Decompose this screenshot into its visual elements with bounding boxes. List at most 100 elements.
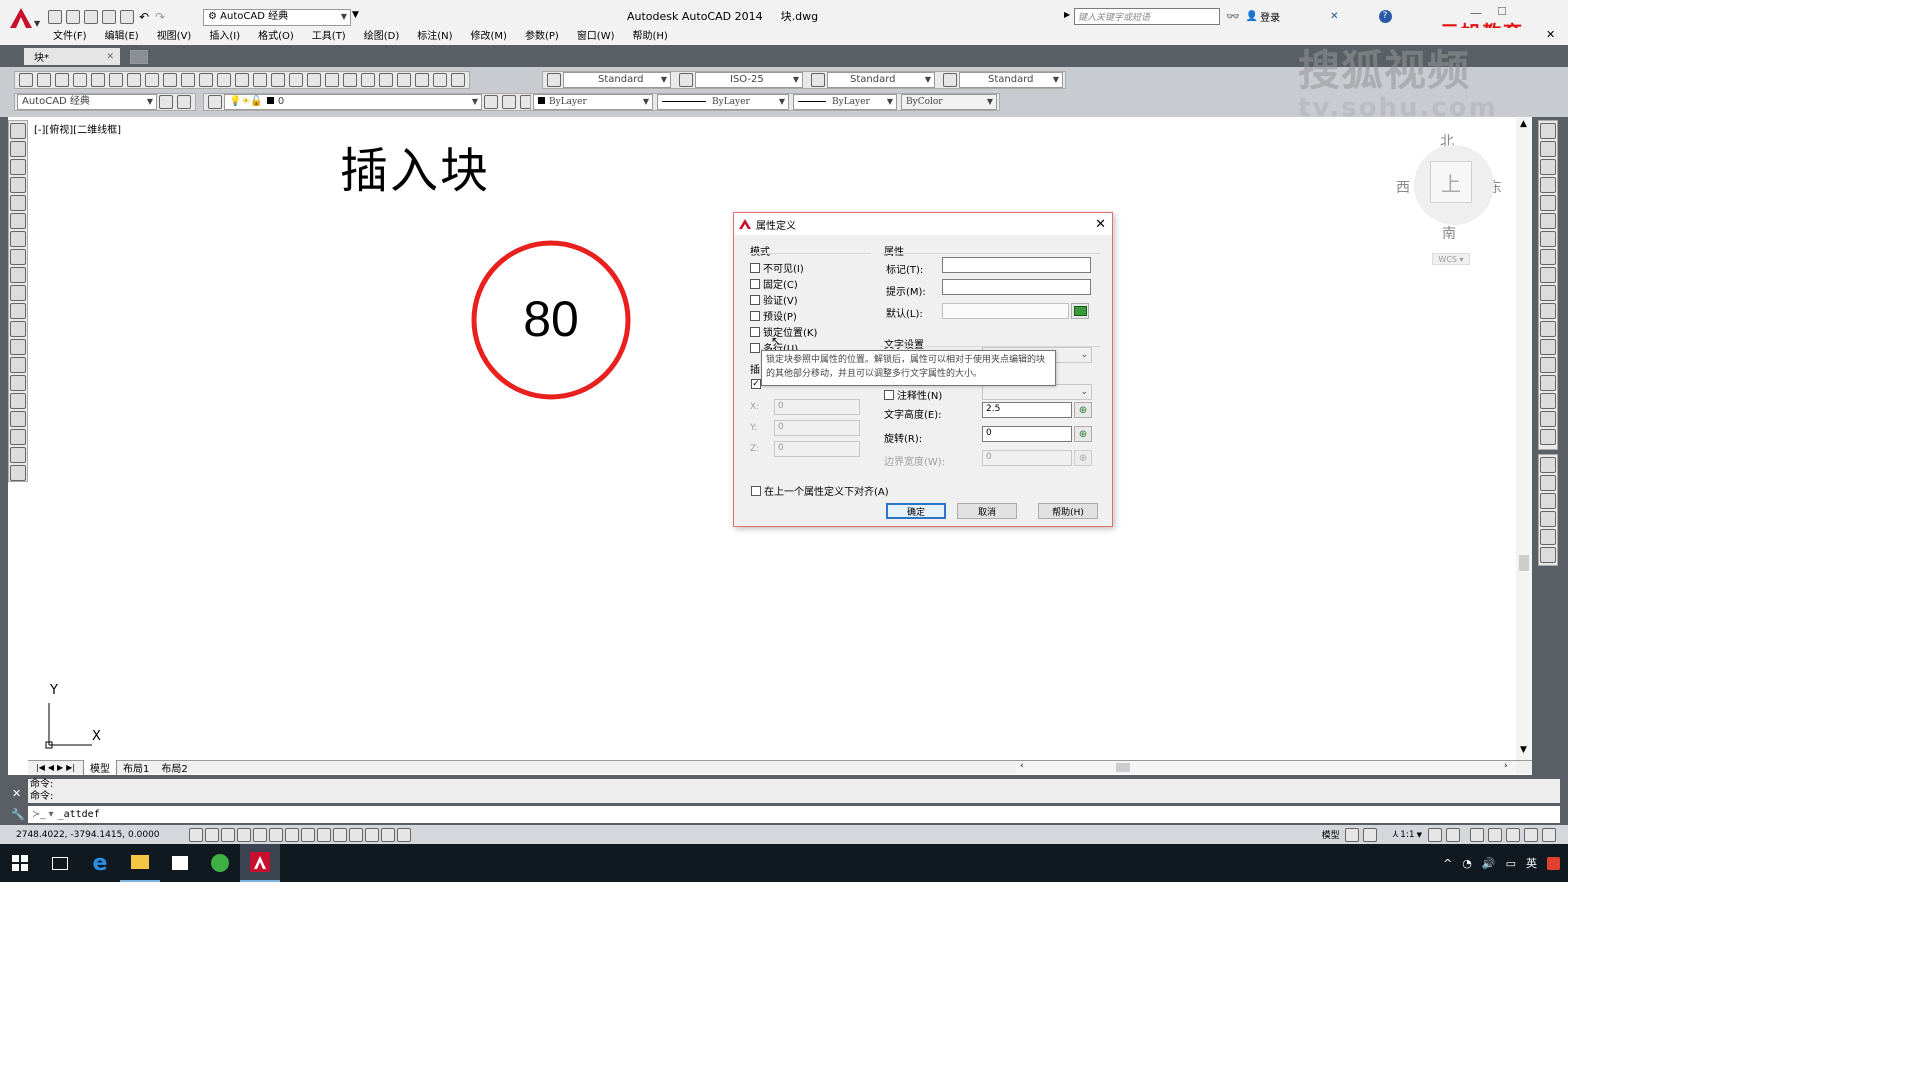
color-combo[interactable]: ByLayer ▼ [533, 94, 653, 110]
3d-print-icon[interactable] [127, 73, 141, 87]
scroll-up-arrow[interactable]: ▲ [1520, 119, 1527, 129]
mtext-icon[interactable] [10, 447, 26, 463]
insert-field-button[interactable] [1071, 303, 1089, 319]
array-icon[interactable] [1540, 195, 1556, 211]
break-icon[interactable] [1540, 339, 1556, 355]
quick-props-icon[interactable] [381, 827, 395, 842]
hatch-back-icon[interactable] [1540, 547, 1556, 563]
search-expand-icon[interactable]: ▶ [1064, 10, 1070, 19]
annotation-visibility-icon[interactable] [1428, 827, 1442, 842]
boundary-width-input[interactable]: 0 [982, 450, 1072, 466]
lineweight-combo[interactable]: ByLayer ▼ [793, 94, 897, 110]
search-input[interactable]: 键入关键字或短语 [1074, 8, 1220, 25]
tag-input[interactable] [942, 257, 1091, 273]
markup-icon[interactable] [415, 73, 429, 87]
annotative-box[interactable] [884, 389, 894, 400]
tab-layout1[interactable]: 布局1 [117, 760, 155, 775]
binoculars-icon[interactable]: 👓 [1226, 10, 1240, 23]
hatch-icon[interactable] [10, 375, 26, 391]
undo-icon[interactable] [235, 73, 249, 87]
zoom-realtime-icon[interactable] [289, 73, 303, 87]
menu-item[interactable]: 视图(V) [148, 30, 201, 44]
scale-icon[interactable] [1540, 249, 1556, 265]
login-link[interactable]: 登录 [1260, 9, 1280, 24]
gradient-icon[interactable] [10, 393, 26, 409]
coord-input[interactable]: 0 [774, 441, 860, 457]
cancel-button[interactable]: 取消 [957, 503, 1017, 519]
workspace-switch-icon[interactable] [1470, 827, 1484, 842]
match-prop-icon[interactable] [199, 73, 213, 87]
menu-item[interactable]: 绘图(D) [355, 30, 409, 44]
vertical-scrollbar[interactable]: ▲ ▼ [1516, 117, 1532, 760]
insert-block-icon[interactable] [10, 321, 26, 337]
paste-icon[interactable] [181, 73, 195, 87]
menu-item[interactable]: 参数(P) [516, 30, 568, 44]
scroll-down-arrow[interactable]: ▼ [1520, 745, 1527, 755]
mode-box[interactable] [750, 326, 760, 337]
text-style-select[interactable]: ⌄ [982, 384, 1092, 400]
send-under-icon[interactable] [1540, 511, 1556, 527]
snap-icon[interactable] [205, 827, 219, 842]
start-button[interactable] [0, 845, 40, 881]
erase-icon[interactable] [1540, 123, 1556, 139]
dim-style-icon[interactable] [679, 73, 693, 87]
explorer-button[interactable] [120, 844, 160, 882]
command-close-icon[interactable]: ✕ [12, 787, 21, 800]
menu-item[interactable]: 修改(M) [462, 30, 516, 44]
tab-next-icon[interactable]: ▶ [57, 763, 63, 772]
ok-button[interactable]: 确定 [886, 503, 946, 519]
layer-combo[interactable]: 💡☀🔓 0 ▼ [224, 94, 482, 110]
doc-tab[interactable]: 块* ✕ [24, 48, 120, 65]
offset-icon[interactable] [1540, 177, 1556, 193]
viewcube[interactable]: 北 西 东 南 上 WCS ▾ [1388, 125, 1508, 275]
annotation-scale-icon[interactable]: ⅄ [1393, 830, 1399, 840]
ellipse-arc-icon[interactable] [10, 303, 26, 319]
volume-icon[interactable]: 🔊 [1482, 857, 1496, 870]
user-icon[interactable]: 👤 [1246, 11, 1258, 22]
menu-item[interactable]: 编辑(E) [96, 30, 148, 44]
dim-style-combo[interactable]: ISO-25 ▼ [695, 72, 803, 88]
block-editor-icon[interactable] [217, 73, 231, 87]
send-back-icon[interactable] [1540, 475, 1556, 491]
transparency-icon[interactable] [365, 827, 379, 842]
preview-icon[interactable] [91, 73, 105, 87]
auto-scale-icon[interactable] [1446, 827, 1460, 842]
ortho-icon[interactable] [237, 827, 251, 842]
bring-front-icon[interactable] [1540, 457, 1556, 473]
scroll-right-arrow[interactable]: › [1504, 761, 1508, 771]
line-icon[interactable] [10, 123, 26, 139]
text-style-icon[interactable] [547, 73, 561, 87]
menu-item[interactable]: 格式(O) [249, 30, 303, 44]
text-height-input[interactable]: 2.5 [982, 402, 1072, 418]
revision-cloud-icon[interactable] [10, 249, 26, 265]
align-below-box[interactable] [751, 485, 761, 496]
wcs-menu[interactable]: WCS ▾ [1432, 253, 1470, 265]
stretch-icon[interactable] [1540, 267, 1556, 283]
move-icon[interactable] [1540, 213, 1556, 229]
redo-icon[interactable]: ↷ [155, 10, 165, 24]
horizontal-scrollbar[interactable]: ‹ › [1016, 761, 1516, 774]
open-icon[interactable] [37, 73, 51, 87]
zoom-previous-icon[interactable] [325, 73, 339, 87]
save-icon[interactable] [84, 10, 98, 24]
chamfer-icon[interactable] [1540, 375, 1556, 391]
network-icon[interactable]: ◔ [1462, 857, 1472, 870]
tray-expand-icon[interactable]: ^ [1443, 857, 1452, 870]
text-style-combo[interactable]: Standard ▼ [563, 72, 671, 88]
prompt-input[interactable] [942, 279, 1091, 295]
scroll-thumb-h[interactable] [1116, 763, 1130, 772]
table-style-icon[interactable] [811, 73, 825, 87]
rotation-input[interactable]: 0 [982, 426, 1072, 442]
qat-dropdown-icon[interactable]: ▼ [352, 10, 359, 20]
blend-curves-icon[interactable] [1540, 411, 1556, 427]
plotstyle-combo[interactable]: ByColor ▼ [901, 94, 997, 110]
dialog-titlebar[interactable]: 属性定义 ✕ [734, 213, 1112, 235]
osnap-icon[interactable] [269, 827, 283, 842]
circle-icon[interactable] [10, 231, 26, 247]
viewcube-west[interactable]: 西 [1396, 177, 1410, 197]
point-icon[interactable] [10, 357, 26, 373]
table-icon[interactable] [10, 429, 26, 445]
extend-icon[interactable] [1540, 303, 1556, 319]
mode-box[interactable] [750, 294, 760, 305]
new-tab-button[interactable] [130, 50, 148, 64]
